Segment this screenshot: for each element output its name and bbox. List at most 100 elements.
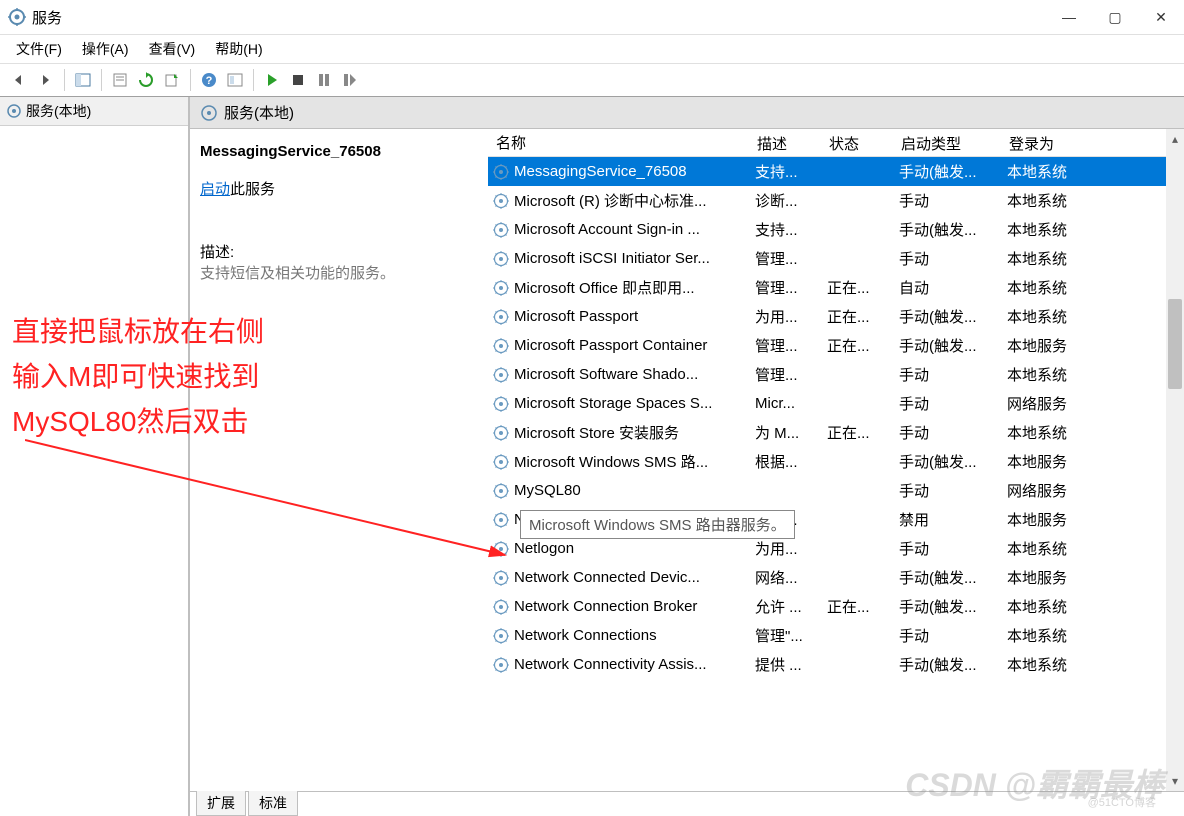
service-logon: 本地服务: [1003, 509, 1093, 530]
pause-service-button[interactable]: [312, 68, 336, 92]
col-startup[interactable]: 启动类型: [895, 129, 1003, 156]
service-row[interactable]: Network Connectivity Assis...提供 ...手动(触发…: [488, 650, 1184, 679]
tab-standard[interactable]: 标准: [248, 791, 298, 816]
menu-file[interactable]: 文件(F): [8, 36, 70, 62]
menu-view[interactable]: 查看(V): [141, 36, 204, 62]
service-logon: 本地系统: [1003, 161, 1093, 182]
service-startup: 手动: [895, 393, 1003, 414]
service-name: Microsoft Passport: [514, 308, 638, 325]
refresh-button[interactable]: [134, 68, 158, 92]
col-name[interactable]: 名称: [488, 129, 751, 156]
service-logon: 本地服务: [1003, 335, 1093, 356]
help-button[interactable]: ?: [197, 68, 221, 92]
service-row[interactable]: Microsoft Office 即点即用...管理...正在...自动本地系统: [488, 273, 1184, 302]
vertical-scrollbar[interactable]: ▴ ▾: [1166, 129, 1184, 791]
service-row[interactable]: MySQL80手动网络服务: [488, 476, 1184, 505]
service-row[interactable]: MessagingService_76508支持...手动(触发...本地系统: [488, 157, 1184, 186]
service-row[interactable]: Microsoft Storage Spaces S...Micr...手动网络…: [488, 389, 1184, 418]
tree-pane: 服务(本地): [0, 97, 190, 816]
menu-action[interactable]: 操作(A): [74, 36, 137, 62]
restart-service-button[interactable]: [338, 68, 362, 92]
col-logon[interactable]: 登录为: [1003, 129, 1093, 156]
service-name: Microsoft Passport Container: [514, 337, 707, 354]
service-name: Microsoft Windows SMS 路...: [514, 451, 708, 472]
properties-button[interactable]: [108, 68, 132, 92]
tab-extended[interactable]: 扩展: [196, 791, 246, 816]
list-rows[interactable]: MessagingService_76508支持...手动(触发...本地系统M…: [488, 157, 1184, 791]
stop-service-button[interactable]: [286, 68, 310, 92]
service-icon: [492, 366, 510, 384]
maximize-button[interactable]: ▢: [1092, 1, 1138, 33]
service-startup: 手动: [895, 538, 1003, 559]
forward-button[interactable]: [34, 68, 58, 92]
window-controls: — ▢ ✕: [1046, 1, 1184, 33]
service-row[interactable]: Microsoft Software Shado...管理...手动本地系统: [488, 360, 1184, 389]
service-startup: 手动(触发...: [895, 335, 1003, 356]
service-logon: 本地服务: [1003, 567, 1093, 588]
close-button[interactable]: ✕: [1138, 1, 1184, 33]
service-name: Microsoft Software Shado...: [514, 366, 698, 383]
bottom-tabs: 扩展 标准: [190, 791, 1184, 816]
tree-item-label: 服务(本地): [26, 101, 91, 121]
service-logon: 本地系统: [1003, 248, 1093, 269]
service-row[interactable]: Microsoft Account Sign-in ...支持...手动(触发.…: [488, 215, 1184, 244]
service-row[interactable]: Microsoft iSCSI Initiator Ser...管理...手动本…: [488, 244, 1184, 273]
service-row[interactable]: Microsoft Windows SMS 路...根据...手动(触发...本…: [488, 447, 1184, 476]
toolbar: ?: [0, 63, 1184, 97]
service-row[interactable]: Microsoft Store 安装服务为 M...正在...手动本地系统: [488, 418, 1184, 447]
service-row[interactable]: Microsoft (R) 诊断中心标准...诊断...手动本地系统: [488, 186, 1184, 215]
scroll-track[interactable]: [1166, 149, 1184, 771]
description-text: 支持短信及相关功能的服务。: [200, 262, 478, 283]
service-icon: [492, 337, 510, 355]
service-startup: 手动(触发...: [895, 306, 1003, 327]
service-status: 正在...: [823, 422, 895, 443]
scroll-thumb[interactable]: [1168, 299, 1182, 389]
start-service-link[interactable]: 启动: [200, 181, 230, 198]
main-area: 服务(本地) 服务(本地) MessagingService_76508 启动此…: [0, 97, 1184, 816]
service-logon: 本地服务: [1003, 451, 1093, 472]
service-desc: 允许 ...: [751, 596, 823, 617]
service-startup: 禁用: [895, 509, 1003, 530]
service-logon: 本地系统: [1003, 190, 1093, 211]
service-icon: [492, 192, 510, 210]
service-logon: 本地系统: [1003, 538, 1093, 559]
service-startup: 手动: [895, 625, 1003, 646]
service-logon: 本地系统: [1003, 654, 1093, 675]
service-name: MySQL80: [514, 482, 581, 499]
service-row[interactable]: Network Connections管理"...手动本地系统: [488, 621, 1184, 650]
show-hide-button[interactable]: [71, 68, 95, 92]
service-icon: [492, 163, 510, 181]
description-label: 描述:: [200, 241, 478, 262]
back-button[interactable]: [8, 68, 32, 92]
service-status: 正在...: [823, 596, 895, 617]
col-status[interactable]: 状态: [823, 129, 895, 156]
detail-pane: MessagingService_76508 启动此服务 描述: 支持短信及相关…: [190, 129, 488, 791]
export-button[interactable]: [160, 68, 184, 92]
service-logon: 网络服务: [1003, 480, 1093, 501]
service-startup: 手动(触发...: [895, 219, 1003, 240]
service-row[interactable]: Microsoft Passport为用...正在...手动(触发...本地系统: [488, 302, 1184, 331]
menu-help[interactable]: 帮助(H): [207, 36, 270, 62]
service-icon: [492, 627, 510, 645]
service-icon: [492, 453, 510, 471]
tree-item-services-local[interactable]: 服务(本地): [0, 97, 188, 126]
service-startup: 自动: [895, 277, 1003, 298]
service-desc: 管理...: [751, 335, 823, 356]
service-desc: 管理...: [751, 277, 823, 298]
tooltip: Microsoft Windows SMS 路由器服务。: [520, 510, 795, 539]
service-name: Network Connectivity Assis...: [514, 656, 707, 673]
service-row[interactable]: Network Connection Broker允许 ...正在...手动(触…: [488, 592, 1184, 621]
content-pane: 服务(本地) MessagingService_76508 启动此服务 描述: …: [190, 97, 1184, 816]
service-startup: 手动(触发...: [895, 654, 1003, 675]
scroll-up-button[interactable]: ▴: [1166, 129, 1184, 149]
scroll-down-button[interactable]: ▾: [1166, 771, 1184, 791]
service-icon: [492, 221, 510, 239]
service-row[interactable]: Microsoft Passport Container管理...正在...手动…: [488, 331, 1184, 360]
col-desc[interactable]: 描述: [751, 129, 823, 156]
menu-bar: 文件(F) 操作(A) 查看(V) 帮助(H): [0, 35, 1184, 63]
toolbar-extra-button[interactable]: [223, 68, 247, 92]
minimize-button[interactable]: —: [1046, 1, 1092, 33]
service-row[interactable]: Network Connected Devic...网络...手动(触发...本…: [488, 563, 1184, 592]
service-name: Microsoft Store 安装服务: [514, 422, 679, 443]
start-service-button[interactable]: [260, 68, 284, 92]
